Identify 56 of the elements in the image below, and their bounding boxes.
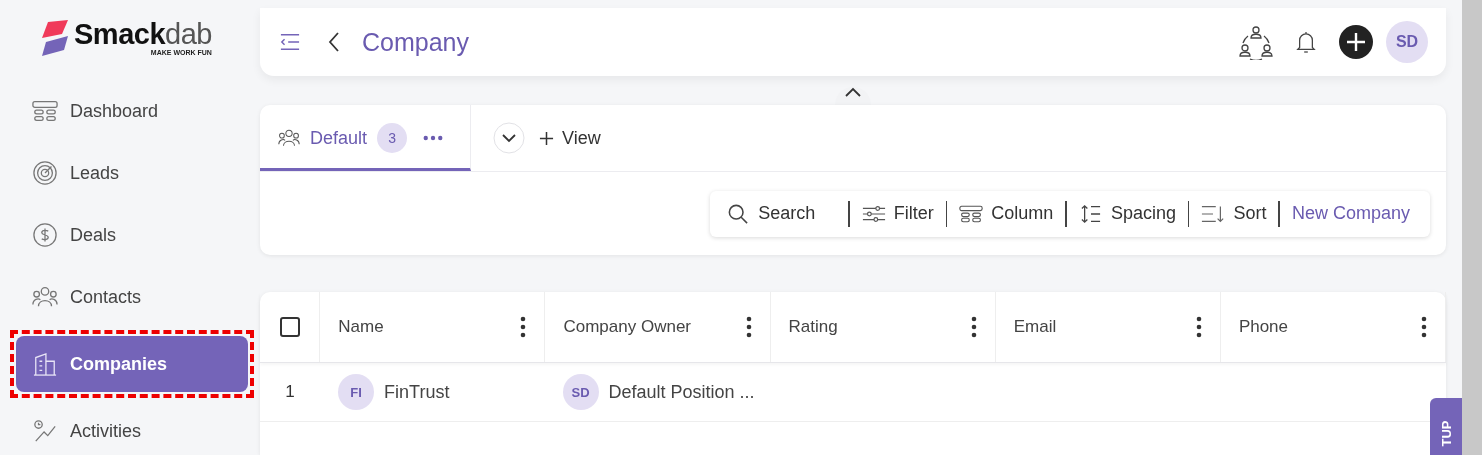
dollar-icon: [32, 223, 58, 247]
owner-name: Default Position ...: [608, 381, 755, 403]
sidebar-item[interactable]: Companies: [16, 336, 248, 392]
page-title: Company: [362, 27, 469, 57]
team-icon[interactable]: [1238, 24, 1274, 60]
more-icon[interactable]: [423, 135, 444, 141]
columns-icon: [959, 203, 984, 224]
new-company-button[interactable]: New Company: [1287, 203, 1414, 224]
column-header: Phone: [1238, 317, 1289, 337]
initials-avatar: FI: [338, 374, 375, 410]
sidebar-item[interactable]: Activities: [16, 403, 248, 455]
sidebar-item[interactable]: Deals: [16, 207, 248, 263]
sort-icon: [1201, 203, 1226, 224]
column-menu-icon[interactable]: [1421, 316, 1427, 338]
row-number: 1: [285, 382, 295, 402]
user-avatar[interactable]: SD: [1386, 21, 1428, 63]
company-name[interactable]: FinTrust: [384, 381, 450, 403]
sidebar-item[interactable]: Contacts: [16, 269, 248, 325]
toolbar-button[interactable]: Sort: [1197, 203, 1271, 224]
column-menu-icon[interactable]: [745, 316, 752, 338]
logo-mark-icon: [40, 20, 70, 56]
menu-collapse-icon[interactable]: [280, 32, 300, 52]
toolbar-button[interactable]: Filter: [857, 203, 938, 224]
setup-tab[interactable]: TUP: [1430, 398, 1462, 455]
column-header: Company Owner: [563, 317, 691, 337]
column-menu-icon[interactable]: [1195, 316, 1202, 338]
search-icon: [726, 203, 751, 224]
building-icon: [32, 352, 58, 376]
activity-icon: [32, 419, 58, 443]
target-icon: [32, 161, 58, 185]
column-header: Name: [338, 317, 384, 337]
sidebar-item[interactable]: Leads: [16, 145, 248, 201]
view-tab[interactable]: Default 3: [260, 105, 471, 171]
select-all-checkbox[interactable]: [279, 317, 300, 337]
initials-avatar: SD: [562, 374, 599, 410]
toolbar-button[interactable]: Column: [955, 203, 1058, 224]
dropdown-icon[interactable]: [493, 122, 525, 154]
column-header: Email: [1013, 317, 1057, 337]
brand-name-tail: dab: [165, 18, 212, 50]
column-menu-icon[interactable]: [520, 316, 527, 338]
toolbar-button[interactable]: Spacing: [1074, 203, 1180, 224]
add-view-button[interactable]: View: [539, 127, 601, 149]
search-field[interactable]: Search: [722, 203, 841, 224]
column-menu-icon[interactable]: [970, 316, 977, 338]
add-icon[interactable]: [1338, 24, 1374, 60]
count-badge: 3: [377, 123, 408, 153]
brand-name: Smack: [74, 18, 165, 50]
sliders-icon: [861, 203, 886, 224]
people-icon: [32, 285, 58, 309]
people-icon: [278, 128, 300, 148]
sidebar-item[interactable]: Dashboard: [16, 83, 248, 139]
plus-icon: [539, 130, 554, 146]
back-icon[interactable]: [328, 32, 340, 52]
bell-icon[interactable]: [1296, 30, 1316, 54]
column-header: Rating: [788, 317, 838, 337]
dashboard-icon: [32, 99, 58, 123]
